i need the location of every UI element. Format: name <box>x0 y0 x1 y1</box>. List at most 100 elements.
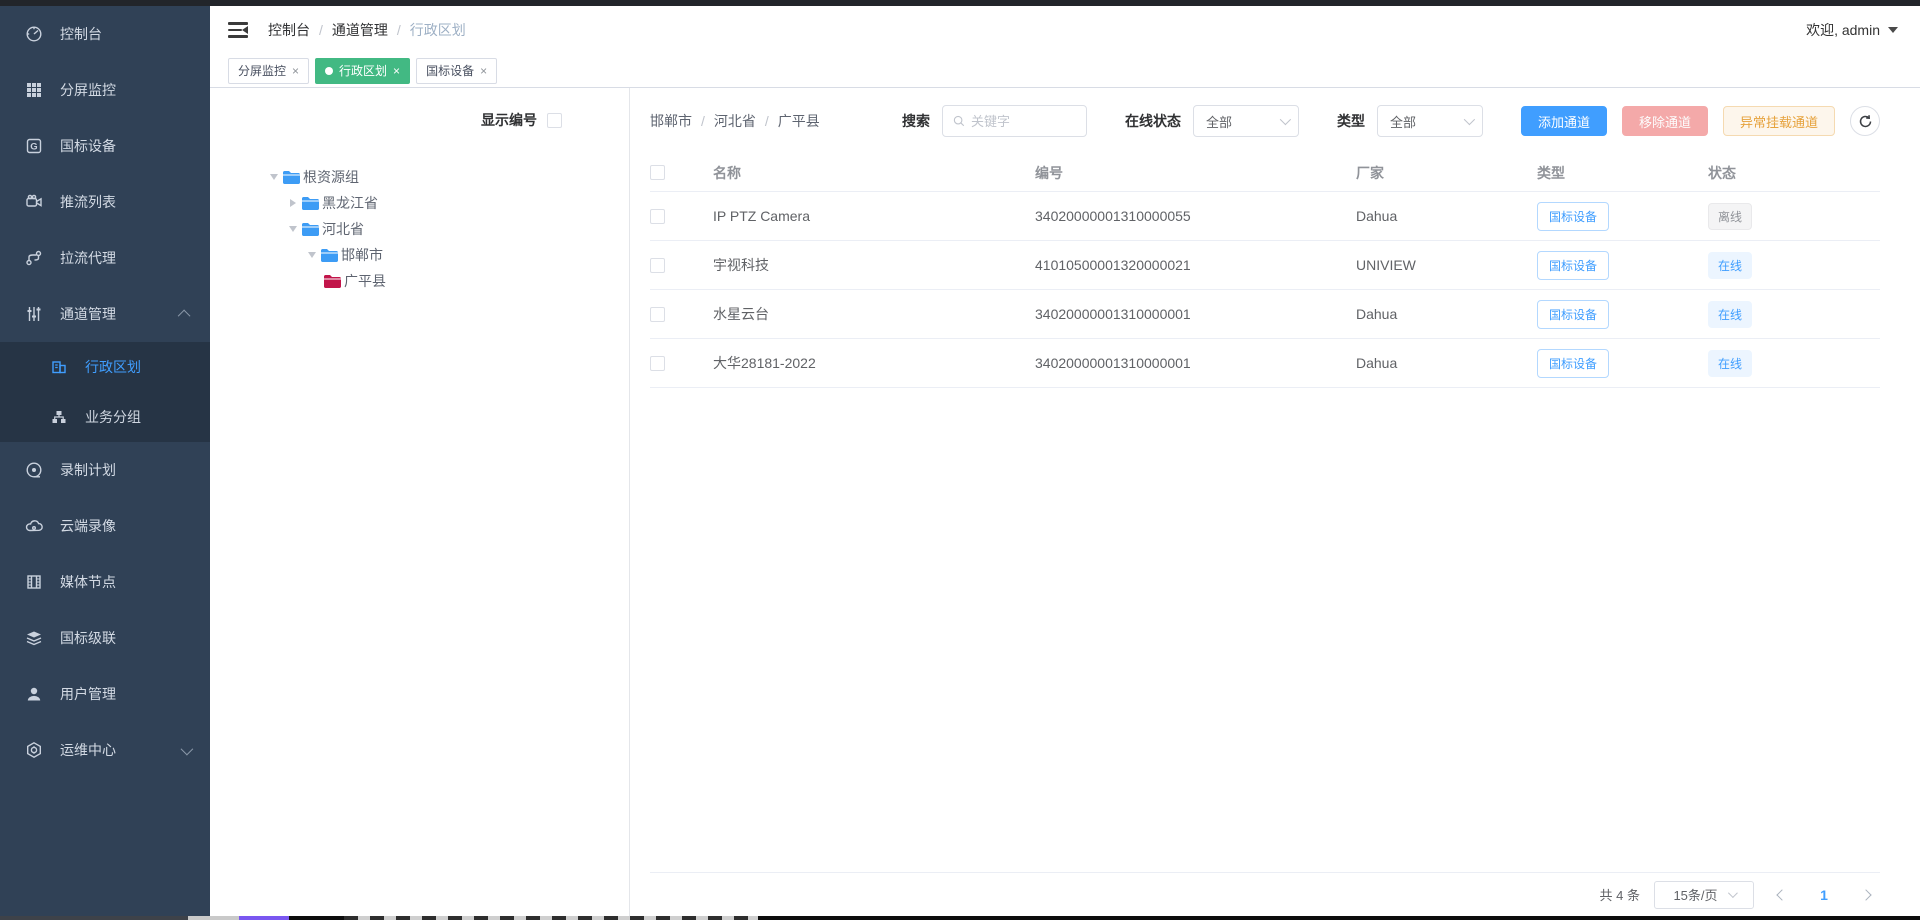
sidebar-item-record-plan[interactable]: 录制计划 <box>0 442 210 498</box>
table-row[interactable]: 大华28181-2022 34020000001310000001 Dahua … <box>650 339 1880 388</box>
sidebar-item-split-monitor[interactable]: 分屏监控 <box>0 62 210 118</box>
remove-channel-button[interactable]: 移除通道 <box>1622 106 1708 136</box>
column-name: 名称 <box>713 163 1035 183</box>
close-icon[interactable]: × <box>393 65 400 77</box>
breadcrumb-separator: / <box>765 113 769 129</box>
sidebar-item-ops-center[interactable]: 运维中心 <box>0 722 210 778</box>
sidebar-item-dashboard[interactable]: 控制台 <box>0 6 210 62</box>
column-status: 状态 <box>1708 163 1880 183</box>
sidebar-item-push-stream[interactable]: 推流列表 <box>0 174 210 230</box>
page-number-current[interactable]: 1 <box>1810 887 1838 903</box>
tab-gb-device[interactable]: 国标设备 × <box>416 58 497 84</box>
sidebar-item-label: 国标设备 <box>60 136 116 156</box>
device-vendor: UNIVIEW <box>1356 257 1537 273</box>
gb-device-icon: G <box>25 137 43 155</box>
breadcrumb-separator: / <box>319 22 323 38</box>
sidebar-item-label: 运维中心 <box>60 740 116 760</box>
sidebar-item-label: 分屏监控 <box>60 80 116 100</box>
select-caret-icon <box>1727 888 1737 898</box>
type-select[interactable]: 全部 <box>1377 105 1483 137</box>
close-icon[interactable]: × <box>480 65 487 77</box>
tree-caret-icon[interactable] <box>285 195 301 211</box>
row-checkbox[interactable] <box>650 209 665 224</box>
region-crumb[interactable]: 邯郸市 <box>650 111 692 131</box>
sidebar-item-cloud-record[interactable]: 云端录像 <box>0 498 210 554</box>
tree-node-hebei[interactable]: 河北省 <box>266 216 386 242</box>
sidebar-item-label: 控制台 <box>60 24 102 44</box>
table-header: 名称 编号 厂家 类型 状态 <box>650 154 1880 192</box>
next-page-button[interactable] <box>1852 881 1880 909</box>
search-input[interactable] <box>971 114 1076 129</box>
filter-bar: 邯郸市 / 河北省 / 广平县 搜索 在线状态 全部 类型 全部 添 <box>650 88 1880 154</box>
tree-node-root[interactable]: 根资源组 <box>266 164 386 190</box>
tree-caret-icon[interactable] <box>266 169 282 185</box>
device-name: IP PTZ Camera <box>713 208 1035 224</box>
table-row[interactable]: IP PTZ Camera 34020000001310000055 Dahua… <box>650 192 1880 241</box>
page-size-select[interactable]: 15条/页 <box>1654 881 1754 909</box>
hamburger-icon[interactable] <box>228 22 248 38</box>
show-code-checkbox[interactable] <box>547 113 562 128</box>
sidebar-item-gb-device[interactable]: G 国标设备 <box>0 118 210 174</box>
breadcrumb-item[interactable]: 控制台 <box>268 20 310 40</box>
breadcrumb-separator: / <box>397 22 401 38</box>
sidebar-item-channel-mgmt[interactable]: 通道管理 <box>0 286 210 342</box>
search-label: 搜索 <box>902 111 930 131</box>
tree-caret-icon[interactable] <box>304 247 320 263</box>
breadcrumb-item[interactable]: 通道管理 <box>332 20 388 40</box>
sidebar-item-media-node[interactable]: 媒体节点 <box>0 554 210 610</box>
sidebar-item-gb-cascade[interactable]: 国标级联 <box>0 610 210 666</box>
tree-node-heilongjiang[interactable]: 黑龙江省 <box>266 190 386 216</box>
region-crumb[interactable]: 广平县 <box>778 111 820 131</box>
table-row[interactable]: 水星云台 34020000001310000001 Dahua 国标设备 在线 <box>650 290 1880 339</box>
type-badge[interactable]: 国标设备 <box>1537 251 1609 280</box>
show-code-toggle-row: 显示编号 <box>481 110 562 130</box>
type-badge[interactable]: 国标设备 <box>1537 349 1609 378</box>
pagination: 共 4 条 15条/页 1 <box>650 872 1880 916</box>
device-name: 大华28181-2022 <box>713 353 1035 373</box>
row-checkbox[interactable] <box>650 258 665 273</box>
tree-node-handan[interactable]: 邯郸市 <box>266 242 386 268</box>
breadcrumb-item-current: 行政区划 <box>410 20 466 40</box>
table-row[interactable]: 宇视科技 41010500001320000021 UNIVIEW 国标设备 在… <box>650 241 1880 290</box>
column-vendor: 厂家 <box>1356 163 1537 183</box>
select-all-checkbox[interactable] <box>650 165 665 180</box>
folder-icon <box>282 170 301 185</box>
sidebar-item-user-mgmt[interactable]: 用户管理 <box>0 666 210 722</box>
sidebar-item-label: 行政区划 <box>85 357 141 377</box>
tree-caret-icon[interactable] <box>285 221 301 237</box>
abnormal-mount-button[interactable]: 异常挂载通道 <box>1723 106 1835 136</box>
window-bottom-strip <box>0 916 1920 920</box>
cascade-icon <box>25 629 43 647</box>
tags-view: 分屏监控 × 行政区划 × 国标设备 × <box>210 54 1920 88</box>
folder-icon <box>301 196 320 211</box>
sidebar-item-pull-proxy[interactable]: 拉流代理 <box>0 230 210 286</box>
online-status-select[interactable]: 全部 <box>1193 105 1299 137</box>
chevron-up-icon <box>178 309 191 322</box>
window-top-strip <box>0 0 1920 6</box>
tab-admin-region[interactable]: 行政区划 × <box>315 58 410 84</box>
search-icon <box>953 114 965 128</box>
breadcrumb: 控制台 / 通道管理 / 行政区划 <box>268 20 466 40</box>
sidebar-item-label: 通道管理 <box>60 304 116 324</box>
region-crumb[interactable]: 河北省 <box>714 111 756 131</box>
status-badge-online: 在线 <box>1708 252 1752 279</box>
tree-node-label: 广平县 <box>344 271 386 291</box>
prev-page-button[interactable] <box>1768 881 1796 909</box>
sidebar-item-biz-group[interactable]: 业务分组 <box>0 392 210 442</box>
type-badge[interactable]: 国标设备 <box>1537 300 1609 329</box>
folder-icon <box>320 248 339 263</box>
row-checkbox[interactable] <box>650 307 665 322</box>
sidebar-item-admin-region[interactable]: 行政区划 <box>0 342 210 392</box>
user-menu[interactable]: 欢迎, admin <box>1806 20 1898 40</box>
type-badge[interactable]: 国标设备 <box>1537 202 1609 231</box>
refresh-button[interactable] <box>1850 106 1880 136</box>
chevron-down-icon <box>181 742 194 755</box>
type-label: 类型 <box>1337 111 1365 131</box>
tree-node-guangping-selected[interactable]: 广平县 <box>266 268 386 294</box>
close-icon[interactable]: × <box>292 65 299 77</box>
row-checkbox[interactable] <box>650 356 665 371</box>
folder-icon <box>301 222 320 237</box>
tab-split-monitor[interactable]: 分屏监控 × <box>228 58 309 84</box>
add-channel-button[interactable]: 添加通道 <box>1521 106 1607 136</box>
sidebar-item-label: 用户管理 <box>60 684 116 704</box>
